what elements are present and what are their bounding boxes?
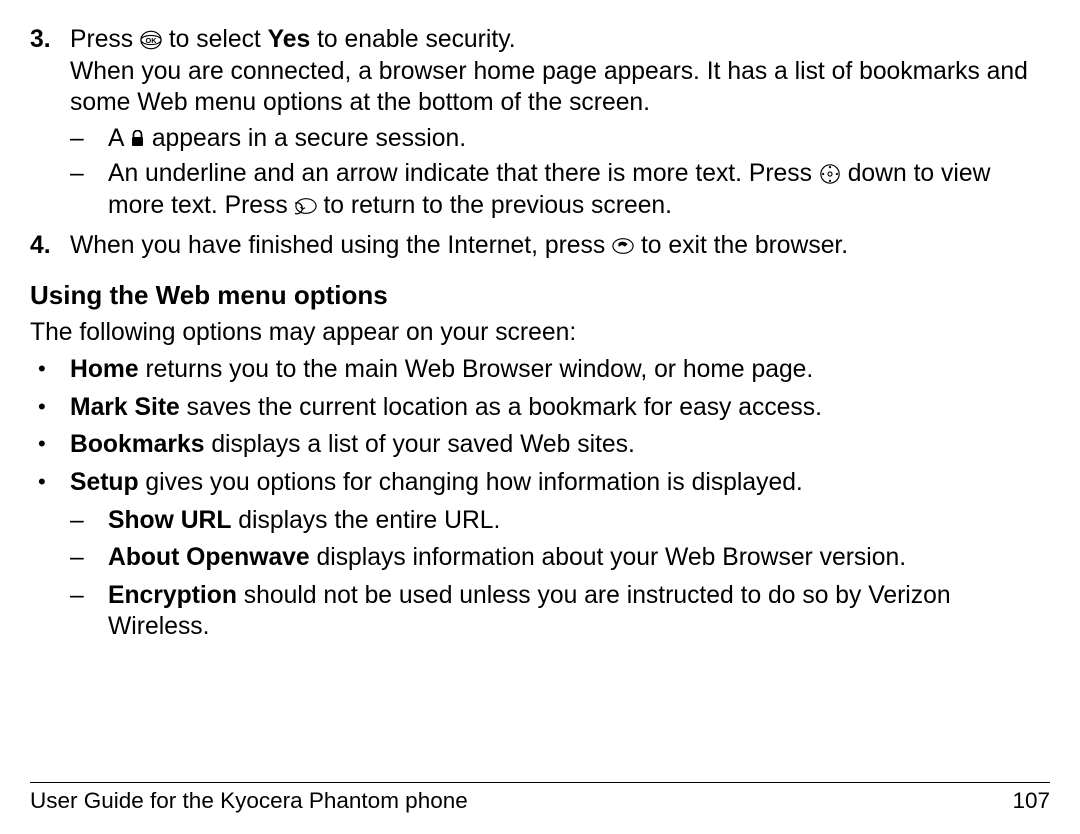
step3-sub2: – An underline and an arrow indicate tha… <box>70 158 1050 221</box>
list-item-4: 4. When you have finished using the Inte… <box>30 230 1050 262</box>
step3-para: When you are connected, a browser home p… <box>70 56 1050 119</box>
setup-sub-openwave: – About Openwave displays information ab… <box>70 542 1050 574</box>
bullet-bookmarks: • Bookmarks displays a list of your save… <box>30 429 1050 461</box>
setup-sub-encryption: – Encryption should not be used unless y… <box>70 580 1050 643</box>
list-number: 3. <box>30 24 70 222</box>
bullet-home: • Home returns you to the main Web Brows… <box>30 354 1050 386</box>
step3-line1: Press OK to select Yes to enable securit… <box>70 24 1050 56</box>
footer-title: User Guide for the Kyocera Phantom phone <box>30 787 468 816</box>
page-number: 107 <box>1012 787 1050 816</box>
back-key-icon <box>295 195 317 217</box>
svg-text:OK: OK <box>145 36 157 45</box>
page-footer: User Guide for the Kyocera Phantom phone… <box>30 782 1050 816</box>
lock-icon <box>130 130 145 148</box>
step3-sub1: – A appears in a secure session. <box>70 123 1050 155</box>
nav-key-icon <box>819 163 841 185</box>
list-item-3: 3. Press OK to select Yes to enable secu… <box>30 24 1050 222</box>
bullet-mark-site: • Mark Site saves the current location a… <box>30 392 1050 424</box>
list-number: 4. <box>30 230 70 262</box>
bullet-setup: • Setup gives you options for changing h… <box>30 467 1050 499</box>
section-heading: Using the Web menu options <box>30 279 1050 312</box>
ok-key-icon: OK <box>140 29 162 51</box>
section-intro: The following options may appear on your… <box>30 317 1050 349</box>
end-key-icon <box>612 235 634 257</box>
setup-sub-showurl: – Show URL displays the entire URL. <box>70 505 1050 537</box>
